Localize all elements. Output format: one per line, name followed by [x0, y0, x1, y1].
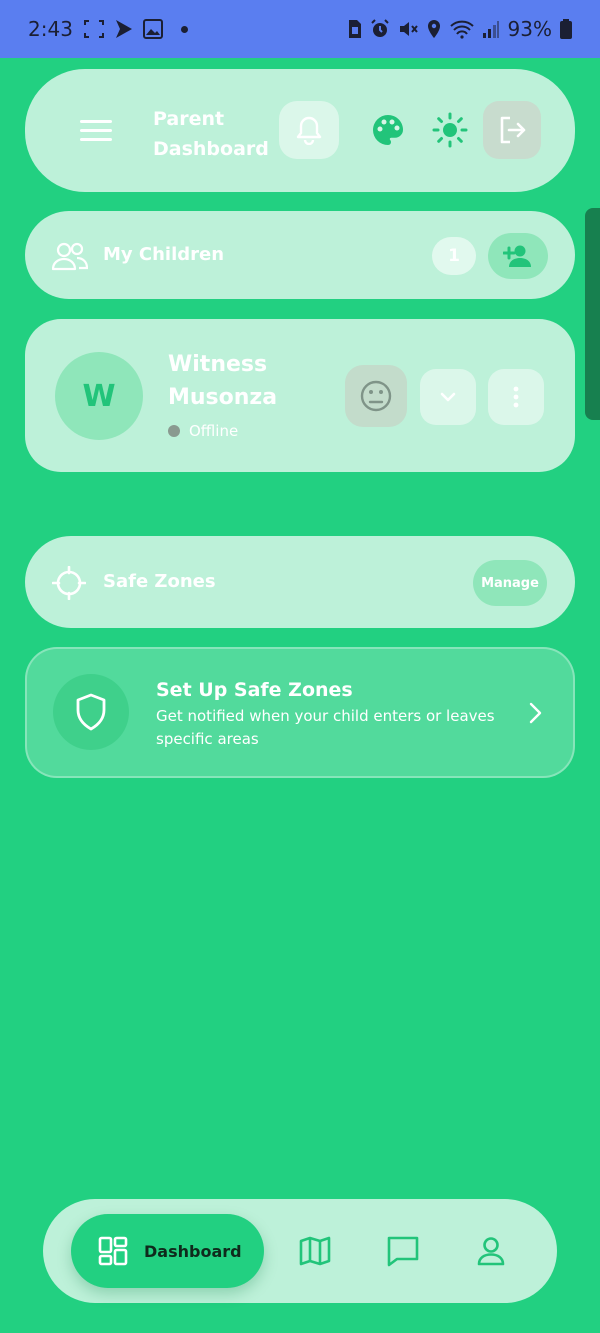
child-status: Offline	[168, 422, 238, 440]
light-mode-button[interactable]	[424, 104, 476, 156]
battery-icon	[560, 19, 572, 39]
child-avatar: W	[55, 352, 143, 440]
safe-zones-label: Safe Zones	[103, 571, 216, 592]
child-more-options-button[interactable]	[488, 369, 544, 425]
mood-button[interactable]	[345, 365, 407, 427]
wifi-icon	[449, 19, 474, 39]
status-time: 2:43	[28, 17, 73, 41]
logout-icon	[500, 116, 526, 144]
offline-status-dot	[168, 425, 180, 437]
children-count-badge: 1	[432, 237, 476, 275]
manage-safe-zones-button[interactable]: Manage	[473, 560, 547, 606]
more-vertical-icon	[513, 386, 519, 408]
map-icon	[299, 1236, 331, 1266]
nav-map-button[interactable]	[290, 1226, 340, 1276]
setup-safe-zones-title: Set Up Safe Zones	[156, 679, 353, 701]
group-icon	[52, 242, 88, 271]
nav-dashboard-button[interactable]: Dashboard	[71, 1214, 264, 1288]
hamburger-menu-icon[interactable]	[80, 120, 112, 142]
screenshot-icon	[83, 19, 105, 39]
mute-icon	[398, 19, 418, 39]
nav-chat-button[interactable]	[378, 1226, 428, 1276]
location-icon	[426, 19, 442, 39]
palette-icon	[373, 115, 403, 145]
theme-palette-button[interactable]	[362, 104, 414, 156]
page-title: Parent Dashboard	[153, 108, 269, 160]
bell-icon	[296, 116, 322, 145]
shield-icon	[76, 693, 106, 731]
battery-percent: 93%	[507, 17, 552, 41]
signal-icon	[482, 19, 500, 39]
navigation-arrow-icon	[115, 19, 133, 39]
expand-child-button[interactable]	[420, 369, 476, 425]
scroll-indicator[interactable]	[585, 208, 600, 420]
neutral-face-icon	[360, 380, 392, 412]
gallery-icon	[142, 19, 163, 39]
chevron-right-icon	[529, 702, 542, 724]
add-person-icon	[503, 245, 531, 267]
chevron-down-icon	[440, 392, 456, 402]
shield-badge	[53, 674, 129, 750]
crosshair-icon	[52, 566, 86, 600]
system-status-bar: 2:43 93%	[0, 0, 600, 58]
notifications-button[interactable]	[279, 101, 339, 159]
child-status-text: Offline	[189, 422, 239, 440]
alarm-icon	[370, 19, 390, 39]
setup-safe-zones-description: Get notified when your child enters or l…	[156, 707, 495, 748]
nav-dashboard-label: Dashboard	[144, 1241, 242, 1261]
sim-icon	[348, 19, 362, 39]
notification-dot-icon	[180, 25, 188, 33]
dashboard-icon	[98, 1236, 128, 1266]
logout-button[interactable]	[483, 101, 541, 159]
chat-icon	[387, 1236, 419, 1267]
child-name: Witness Musonza	[168, 352, 278, 410]
nav-profile-button[interactable]	[466, 1226, 516, 1276]
profile-icon	[477, 1237, 505, 1266]
add-child-button[interactable]	[488, 233, 548, 279]
sun-icon	[432, 112, 468, 148]
my-children-label: My Children	[103, 244, 225, 265]
